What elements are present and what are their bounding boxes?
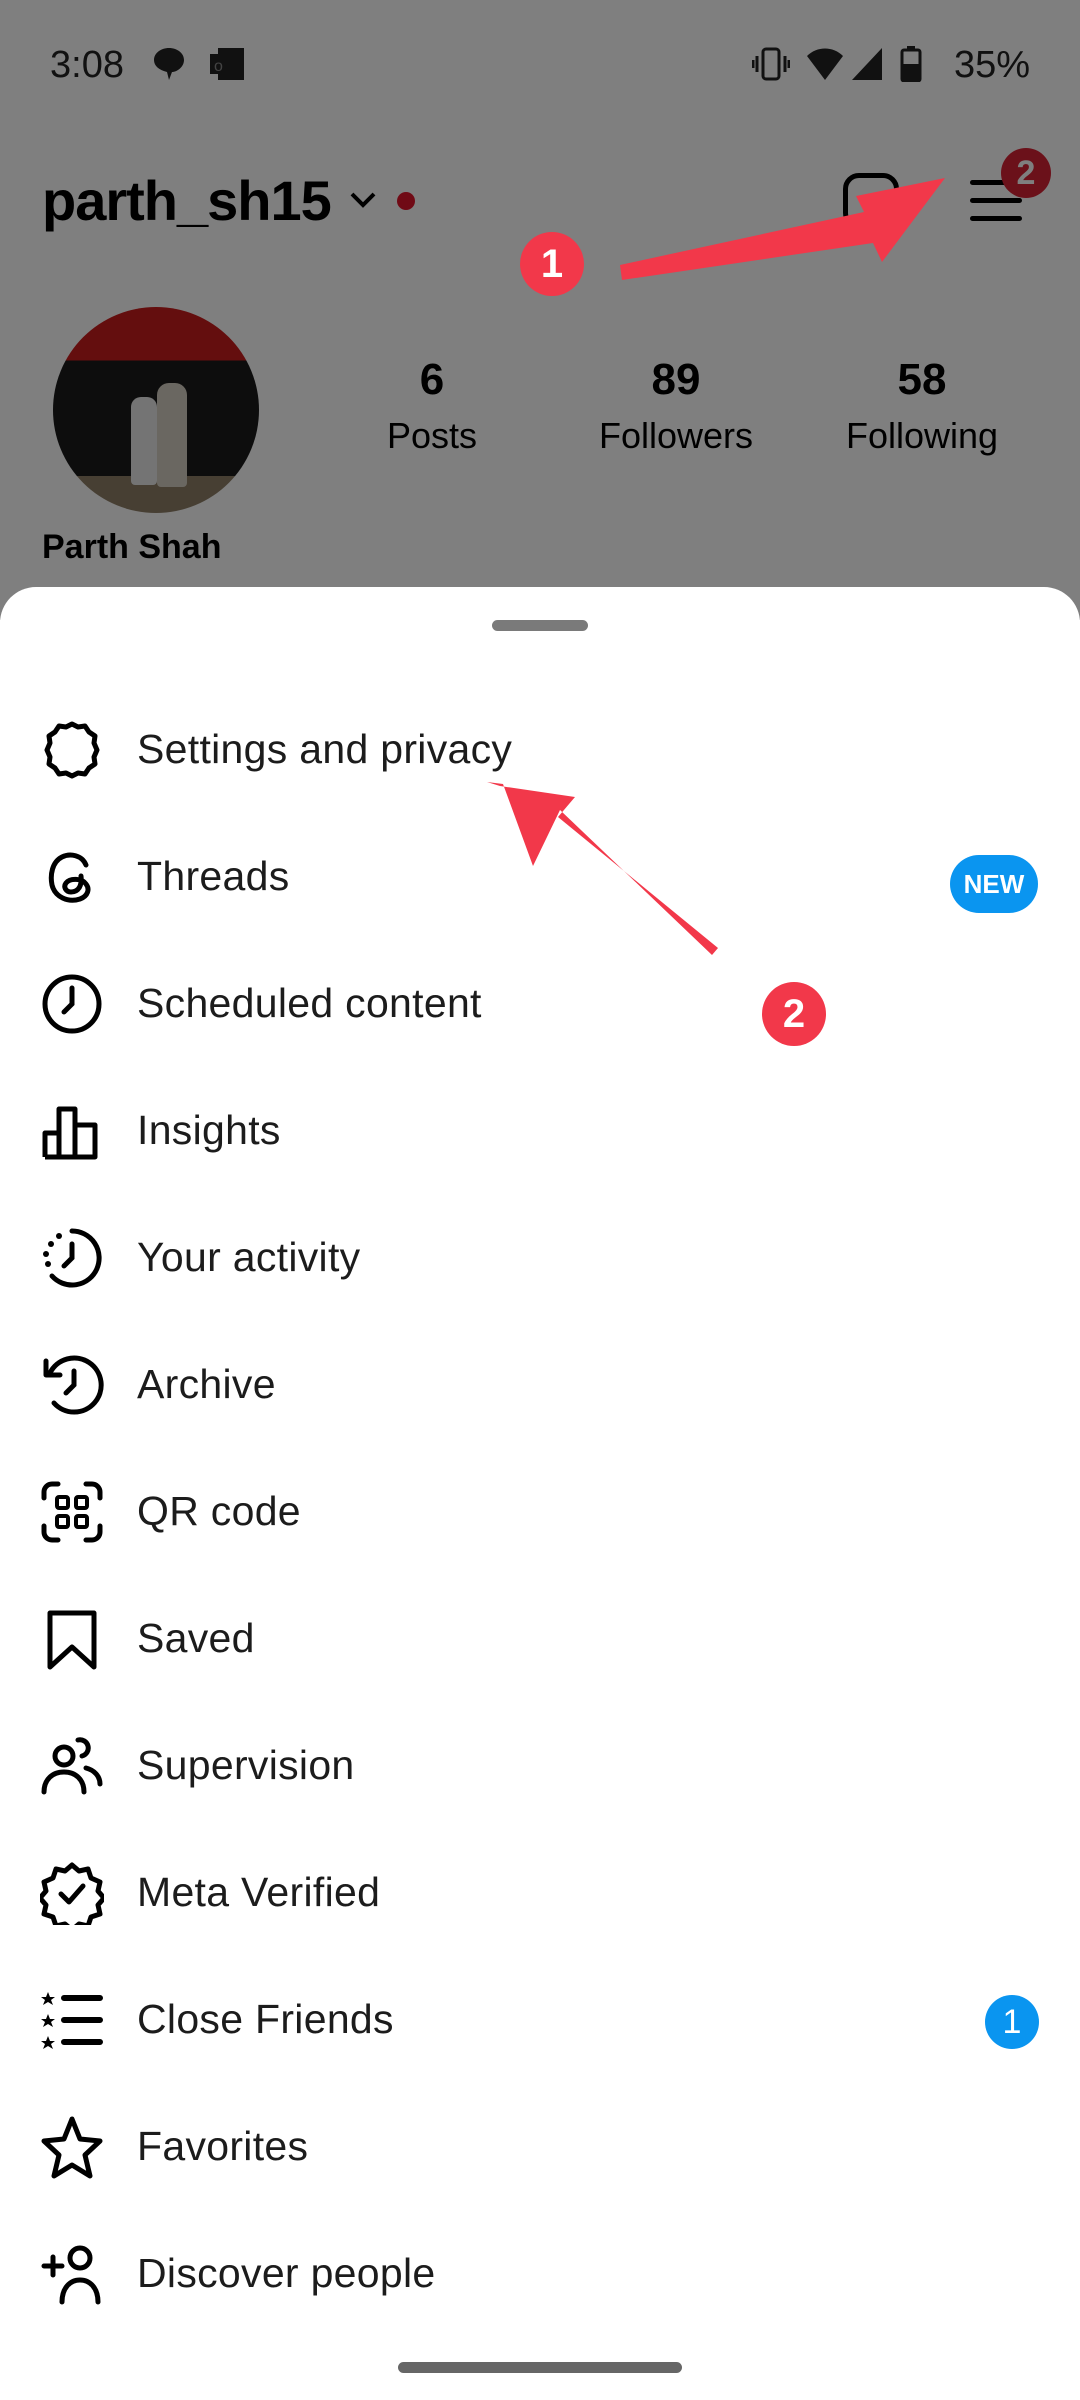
menu-item-label: Close Friends xyxy=(137,1996,394,2042)
add-person-icon xyxy=(40,2242,104,2306)
menu-item-label: Your activity xyxy=(137,1234,361,1280)
menu-item-archive[interactable]: Archive xyxy=(0,1321,1080,1448)
menu-item-label: Favorites xyxy=(137,2123,309,2169)
menu-item-favorites[interactable]: Favorites xyxy=(0,2083,1080,2210)
archive-icon xyxy=(40,1353,104,1417)
menu-item-label: Scheduled content xyxy=(137,980,482,1026)
settings-icon xyxy=(40,718,104,782)
menu-item-your-activity[interactable]: Your activity xyxy=(0,1194,1080,1321)
menu-item-close-friends[interactable]: Close Friends 1 xyxy=(0,1956,1080,2083)
count-badge: 1 xyxy=(985,1995,1039,2049)
supervision-icon xyxy=(40,1734,104,1798)
drag-handle[interactable] xyxy=(492,620,588,631)
menu-item-label: Supervision xyxy=(137,1742,355,1788)
qr-code-icon xyxy=(40,1480,104,1544)
menu-item-label: Meta Verified xyxy=(137,1869,381,1915)
menu-item-label: Insights xyxy=(137,1107,281,1153)
menu-item-saved[interactable]: Saved xyxy=(0,1575,1080,1702)
menu-item-label: Settings and privacy xyxy=(137,726,513,772)
menu-item-scheduled-content[interactable]: Scheduled content xyxy=(0,940,1080,1067)
bar-chart-icon xyxy=(40,1099,104,1163)
verified-badge-icon xyxy=(37,1861,107,1933)
menu-item-label: Archive xyxy=(137,1361,276,1407)
clock-icon xyxy=(40,972,104,1036)
menu-item-label: Discover people xyxy=(137,2250,436,2296)
menu-item-label: QR code xyxy=(137,1488,301,1534)
menu-item-label: Threads xyxy=(137,853,290,899)
star-icon xyxy=(40,2115,104,2179)
menu-item-insights[interactable]: Insights xyxy=(0,1067,1080,1194)
menu-item-meta-verified[interactable]: Meta Verified xyxy=(0,1829,1080,1956)
bookmark-icon xyxy=(40,1607,104,1671)
menu-item-settings[interactable]: Settings and privacy xyxy=(0,686,1080,813)
dim-overlay[interactable] xyxy=(0,0,1080,620)
menu-item-threads[interactable]: Threads NEW xyxy=(0,813,1080,940)
menu-item-discover-people[interactable]: Discover people xyxy=(0,2210,1080,2337)
new-badge: NEW xyxy=(950,855,1038,913)
menu-item-supervision[interactable]: Supervision xyxy=(0,1702,1080,1829)
home-indicator[interactable] xyxy=(398,2362,682,2373)
menu-item-label: Saved xyxy=(137,1615,255,1661)
menu-bottom-sheet: Settings and privacy Threads NEW Schedul… xyxy=(0,587,1080,2400)
close-friends-icon xyxy=(40,1988,104,2052)
menu-item-qr-code[interactable]: QR code xyxy=(0,1448,1080,1575)
threads-icon xyxy=(40,845,104,909)
activity-icon xyxy=(40,1226,104,1290)
